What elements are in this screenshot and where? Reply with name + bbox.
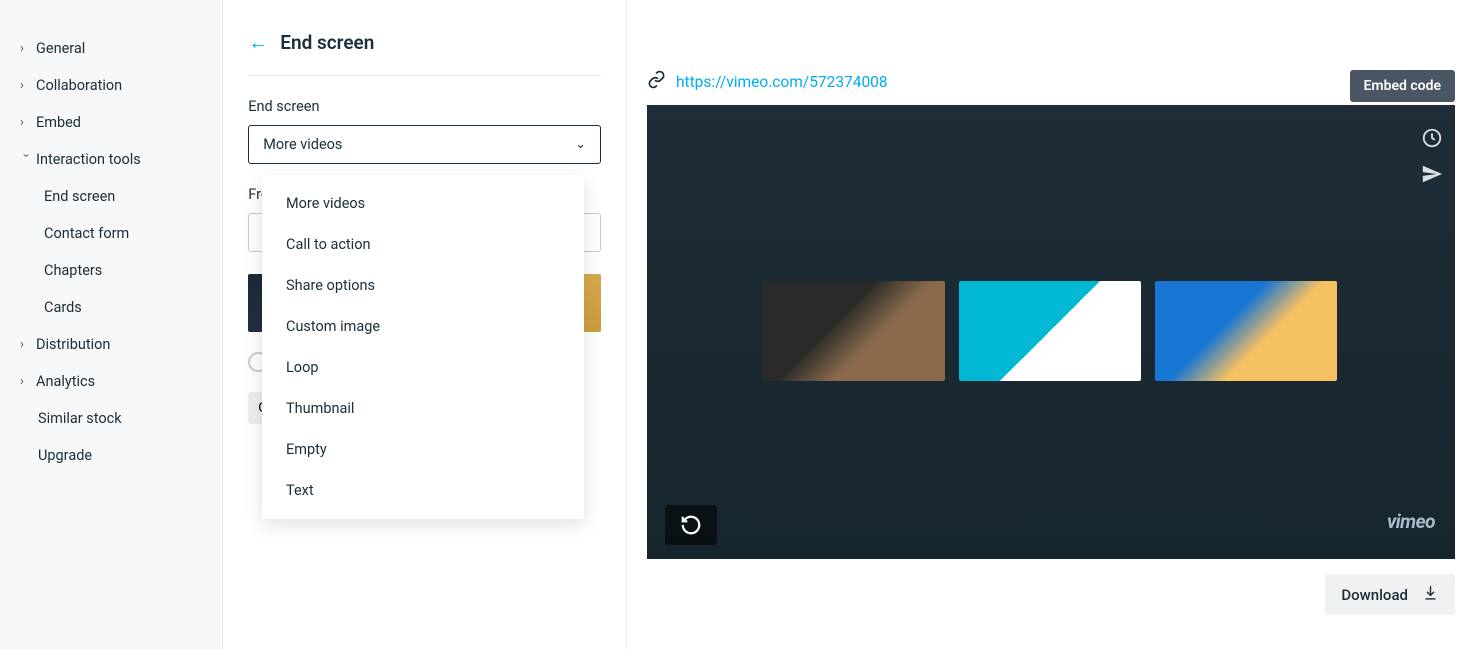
sidebar-item-label: Contact form (44, 225, 129, 242)
dropdown-option-text[interactable]: Text (262, 470, 584, 511)
video-url-row: https://vimeo.com/572374008 (647, 70, 1455, 93)
related-video-2[interactable] (959, 281, 1141, 381)
video-url-link[interactable]: https://vimeo.com/572374008 (676, 73, 888, 91)
dropdown-option-thumbnail[interactable]: Thumbnail (262, 388, 584, 429)
sidebar-item-label: Cards (44, 299, 82, 316)
sidebar-sub-end-screen[interactable]: End screen (0, 178, 222, 215)
sidebar-item-general[interactable]: › General (0, 30, 222, 67)
dropdown-option-share-options[interactable]: Share options (262, 265, 584, 306)
sidebar-item-label: Interaction tools (36, 151, 141, 168)
sidebar-sub-contact-form[interactable]: Contact form (0, 215, 222, 252)
chevron-down-icon: ⌄ (575, 137, 586, 152)
sidebar-item-distribution[interactable]: › Distribution (0, 326, 222, 363)
sidebar-item-analytics[interactable]: › Analytics (0, 363, 222, 400)
chevron-right-icon: › (20, 337, 32, 352)
dropdown-option-loop[interactable]: Loop (262, 347, 584, 388)
chevron-down-icon: › (19, 154, 34, 166)
link-icon (647, 70, 666, 93)
share-icon[interactable] (1421, 163, 1443, 190)
settings-sidebar: › General › Collaboration › Embed › Inte… (0, 0, 223, 649)
end-screen-select[interactable]: More videos ⌄ (248, 125, 601, 164)
vimeo-logo: vimeo (1387, 510, 1435, 533)
end-screen-video-thumbs (763, 281, 1337, 381)
related-video-3[interactable] (1155, 281, 1337, 381)
sidebar-item-interaction-tools[interactable]: › Interaction tools (0, 141, 222, 178)
dropdown-option-call-to-action[interactable]: Call to action (262, 224, 584, 265)
dropdown-option-custom-image[interactable]: Custom image (262, 306, 584, 347)
sidebar-sub-cards[interactable]: Cards (0, 289, 222, 326)
sidebar-item-label: End screen (44, 188, 115, 205)
sidebar-item-label: Distribution (36, 336, 110, 353)
sidebar-item-similar-stock[interactable]: Similar stock (0, 400, 222, 437)
sidebar-item-label: Analytics (36, 373, 95, 390)
video-player: vimeo (647, 105, 1455, 559)
download-button[interactable]: Download (1325, 574, 1455, 615)
dropdown-option-more-videos[interactable]: More videos (262, 183, 584, 224)
chevron-right-icon: › (20, 78, 32, 93)
preview-panel: https://vimeo.com/572374008 Embed code v… (627, 0, 1463, 649)
sidebar-item-label: Collaboration (36, 77, 122, 94)
sidebar-item-label: Chapters (44, 262, 102, 279)
chevron-right-icon: › (20, 374, 32, 389)
sidebar-item-collaboration[interactable]: › Collaboration (0, 67, 222, 104)
related-video-1[interactable] (763, 281, 945, 381)
sidebar-item-label: General (36, 40, 85, 57)
sidebar-item-label: Similar stock (38, 410, 122, 427)
panel-title: End screen (280, 31, 374, 54)
chevron-right-icon: › (20, 115, 32, 130)
download-icon (1422, 584, 1439, 605)
back-arrow-icon[interactable]: ← (248, 30, 268, 55)
replay-button[interactable] (665, 505, 717, 545)
sidebar-item-embed[interactable]: › Embed (0, 104, 222, 141)
download-label: Download (1341, 586, 1408, 604)
embed-code-button[interactable]: Embed code (1350, 70, 1455, 102)
end-screen-field-label: End screen (248, 98, 601, 115)
select-value: More videos (263, 136, 342, 153)
end-screen-dropdown: More videos Call to action Share options… (262, 175, 584, 519)
sidebar-item-label: Embed (36, 114, 81, 131)
clock-icon[interactable] (1421, 127, 1443, 154)
sidebar-item-label: Upgrade (38, 447, 92, 464)
panel-header: ← End screen (248, 30, 601, 76)
sidebar-sub-chapters[interactable]: Chapters (0, 252, 222, 289)
sidebar-item-upgrade[interactable]: Upgrade (0, 437, 222, 474)
chevron-right-icon: › (20, 41, 32, 56)
dropdown-option-empty[interactable]: Empty (262, 429, 584, 470)
